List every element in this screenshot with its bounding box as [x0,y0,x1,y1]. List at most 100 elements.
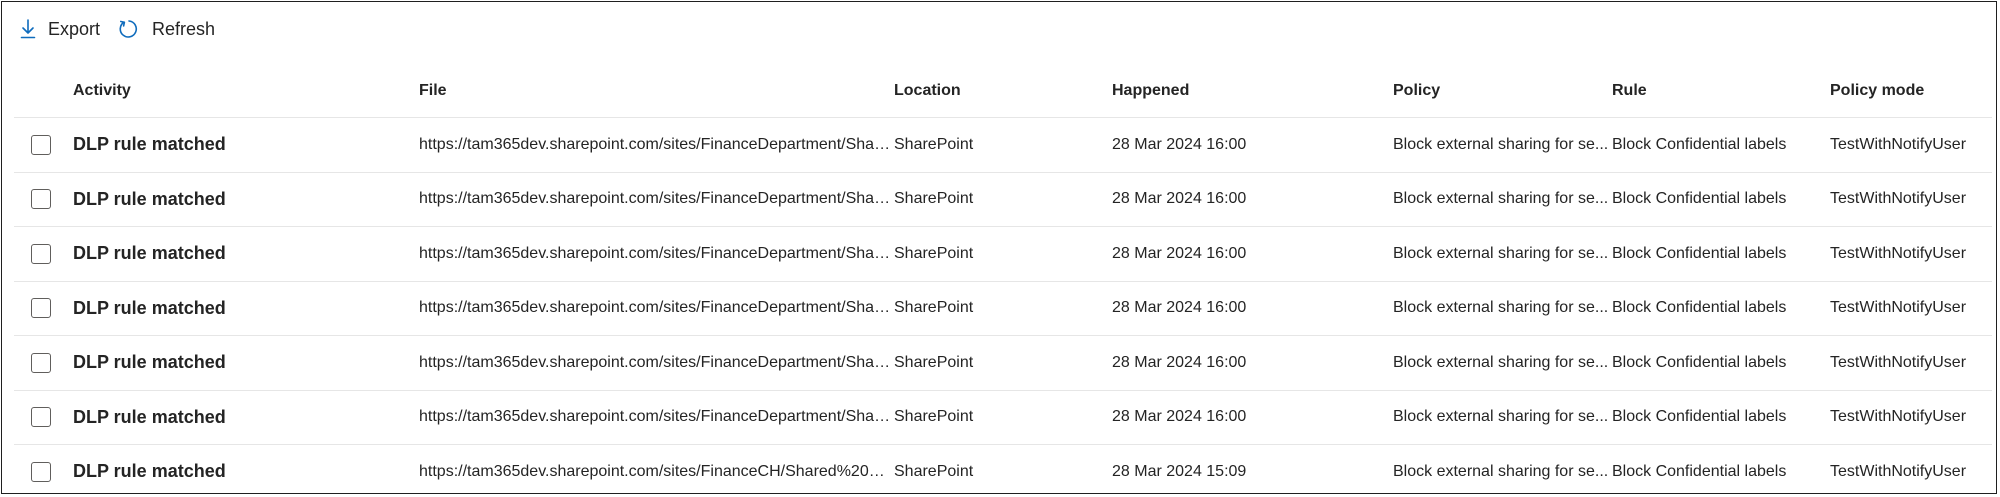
file-text: https://tam365dev.sharepoint.com/sites/F… [419,135,891,153]
policy-cell: Block external sharing for se... [1393,227,1609,281]
happened-text: 28 Mar 2024 16:00 [1112,244,1247,262]
happened-cell: 28 Mar 2024 16:00 [1112,336,1372,390]
column-header-label: File [419,81,447,99]
policy-cell: Block external sharing for se... [1393,118,1609,172]
policy-text: Block external sharing for se... [1393,244,1609,262]
row-checkbox[interactable] [31,407,51,428]
activity-text: DLP rule matched [73,297,226,318]
column-header-label: Location [894,81,961,99]
column-header-rule[interactable]: Rule [1612,64,1828,117]
table-row[interactable]: DLP rule matched https://tam365dev.share… [14,173,1992,227]
row-select-cell [31,282,55,336]
rule-cell: Block Confidential labels [1612,227,1828,281]
policy-cell: Block external sharing for se... [1393,336,1609,390]
file-cell: https://tam365dev.sharepoint.com/sites/F… [419,118,891,172]
column-header-happened[interactable]: Happened [1112,64,1372,117]
column-header-location[interactable]: Location [894,64,1094,117]
refresh-button[interactable]: Refresh [118,18,215,40]
location-cell: SharePoint [894,227,1094,281]
file-text: https://tam365dev.sharepoint.com/sites/F… [419,299,891,317]
location-cell: SharePoint [894,336,1094,390]
activity-cell: DLP rule matched [73,227,393,281]
download-icon [20,19,36,39]
location-text: SharePoint [894,299,974,317]
location-cell: SharePoint [894,173,1094,227]
location-text: SharePoint [894,190,974,208]
column-header-label: Policy mode [1830,81,1925,99]
file-cell: https://tam365dev.sharepoint.com/sites/F… [419,173,891,227]
location-text: SharePoint [894,135,974,153]
location-cell: SharePoint [894,445,1094,493]
happened-text: 28 Mar 2024 16:00 [1112,299,1247,317]
happened-cell: 28 Mar 2024 16:00 [1112,118,1372,172]
file-text: https://tam365dev.sharepoint.com/sites/F… [419,462,891,480]
export-label: Export [48,18,101,39]
policy-mode-text: TestWithNotifyUser [1830,408,1967,426]
location-text: SharePoint [894,462,974,480]
rule-text: Block Confidential labels [1612,462,1787,480]
happened-text: 28 Mar 2024 16:00 [1112,408,1247,426]
activity-text: DLP rule matched [73,461,226,482]
happened-text: 28 Mar 2024 16:00 [1112,135,1247,153]
activity-cell: DLP rule matched [73,445,393,493]
activity-text: DLP rule matched [73,188,226,209]
file-cell: https://tam365dev.sharepoint.com/sites/F… [419,336,891,390]
happened-cell: 28 Mar 2024 16:00 [1112,391,1372,445]
happened-cell: 28 Mar 2024 15:09 [1112,445,1372,493]
table-row[interactable]: DLP rule matched https://tam365dev.share… [14,391,1992,445]
export-button[interactable]: Export [20,19,100,40]
policy-text: Block external sharing for se... [1393,135,1609,153]
file-cell: https://tam365dev.sharepoint.com/sites/F… [419,445,891,493]
column-header-activity[interactable]: Activity [73,64,393,117]
row-select-cell [31,227,55,281]
rule-text: Block Confidential labels [1612,135,1787,153]
policy-cell: Block external sharing for se... [1393,445,1609,493]
policy-mode-cell: TestWithNotifyUser [1830,391,1996,445]
location-cell: SharePoint [894,282,1094,336]
column-header-file[interactable]: File [419,64,891,117]
rule-cell: Block Confidential labels [1612,391,1828,445]
policy-text: Block external sharing for se... [1393,299,1609,317]
table-row[interactable]: DLP rule matched https://tam365dev.share… [14,227,1992,282]
rule-text: Block Confidential labels [1612,299,1787,317]
happened-cell: 28 Mar 2024 16:00 [1112,227,1372,281]
rule-cell: Block Confidential labels [1612,173,1828,227]
row-select-cell [31,173,55,227]
policy-mode-cell: TestWithNotifyUser [1830,445,1996,493]
column-header-label: Happened [1112,81,1190,99]
row-checkbox[interactable] [31,243,51,264]
row-select-cell [31,445,55,493]
row-checkbox[interactable] [31,352,51,373]
table-row[interactable]: DLP rule matched https://tam365dev.share… [14,282,1992,336]
table-row[interactable]: DLP rule matched https://tam365dev.share… [14,445,1992,493]
activity-cell: DLP rule matched [73,118,393,172]
row-checkbox[interactable] [31,298,51,319]
policy-mode-cell: TestWithNotifyUser [1830,173,1996,227]
policy-mode-cell: TestWithNotifyUser [1830,336,1996,390]
rule-cell: Block Confidential labels [1612,118,1828,172]
column-header-policy[interactable]: Policy [1393,64,1609,117]
row-checkbox[interactable] [31,189,51,210]
row-checkbox[interactable] [31,461,51,482]
rule-text: Block Confidential labels [1612,353,1787,371]
activity-explorer-panel: Export Refresh Activity File Location Ha… [1,1,1997,494]
row-select-cell [31,391,55,445]
activity-text: DLP rule matched [73,406,226,427]
table-body: DLP rule matched https://tam365dev.share… [14,118,1992,493]
row-checkbox[interactable] [31,134,51,155]
column-header-policy-mode[interactable]: Policy mode [1830,64,1996,117]
table-row[interactable]: DLP rule matched https://tam365dev.share… [14,336,1992,391]
file-cell: https://tam365dev.sharepoint.com/sites/F… [419,282,891,336]
column-header-label: Activity [73,81,131,99]
policy-mode-cell: TestWithNotifyUser [1830,118,1996,172]
refresh-label: Refresh [152,18,216,39]
table-row[interactable]: DLP rule matched https://tam365dev.share… [14,118,1992,173]
policy-mode-text: TestWithNotifyUser [1830,190,1967,208]
table-header-row: Activity File Location Happened Policy R… [14,64,1992,118]
activity-cell: DLP rule matched [73,282,393,336]
policy-text: Block external sharing for se... [1393,353,1609,371]
policy-cell: Block external sharing for se... [1393,282,1609,336]
rule-cell: Block Confidential labels [1612,445,1828,493]
activity-table: Activity File Location Happened Policy R… [14,64,1992,493]
file-text: https://tam365dev.sharepoint.com/sites/F… [419,408,891,426]
